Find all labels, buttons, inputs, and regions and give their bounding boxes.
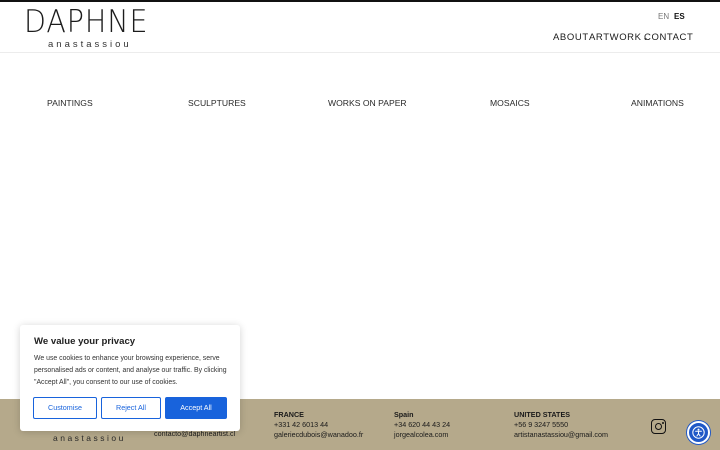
spain-phone-link[interactable]: +34 620 44 43 24 (394, 420, 450, 429)
cookie-consent-banner: We value your privacy We use cookies to … (20, 325, 240, 431)
nav-about[interactable]: ABOUT (553, 32, 589, 43)
nav-artwork-label: ARTWORK (589, 32, 642, 43)
accept-all-button[interactable]: Accept All (165, 397, 227, 419)
france-heading: FRANCE (274, 410, 304, 419)
accessibility-figure-icon (692, 426, 705, 439)
spain-heading: Spain (394, 410, 414, 419)
category-sculptures[interactable]: SCULPTURES (188, 98, 246, 108)
accessibility-icon[interactable] (687, 421, 710, 444)
category-paintings[interactable]: PAINTINGS (47, 98, 93, 108)
site-header: DAPHNE anastassiou EN ES ABOUT ARTWORK⌄ … (0, 2, 720, 53)
site-logo[interactable]: DAPHNE anastassiou (24, 5, 152, 51)
france-email-link[interactable]: galeriecdubois@wanadoo.fr (274, 430, 363, 439)
spain-website-link[interactable]: jorgealcolea.com (394, 430, 448, 439)
nav-contact[interactable]: CONTACT (644, 32, 693, 43)
category-mosaics[interactable]: MOSAICS (490, 98, 530, 108)
reject-all-button[interactable]: Reject All (101, 397, 161, 419)
language-es-link[interactable]: ES (674, 12, 685, 21)
instagram-icon[interactable] (651, 419, 666, 434)
category-animations[interactable]: ANIMATIONS (631, 98, 684, 108)
logo-subtitle: anastassiou (48, 39, 132, 50)
france-phone-link[interactable]: +331 42 6013 44 (274, 420, 328, 429)
usa-email-link[interactable]: artistanastassiou@gmail.com (514, 430, 608, 439)
category-works-on-paper[interactable]: WORKS ON PAPER (328, 98, 407, 108)
usa-phone-link[interactable]: +56 9 3247 5550 (514, 420, 568, 429)
footer-logo-subtitle: anastassiou (53, 433, 126, 443)
logo-wordmark: DAPHNE (24, 4, 149, 40)
cookie-banner-text: We use cookies to enhance your browsing … (34, 355, 227, 386)
usa-heading: UNITED STATES (514, 410, 571, 419)
customise-button[interactable]: Customise (33, 397, 97, 419)
nav-artwork[interactable]: ARTWORK⌄ (589, 32, 649, 43)
language-en-link[interactable]: EN (658, 12, 669, 21)
cookie-banner-title: We value your privacy (34, 336, 136, 347)
